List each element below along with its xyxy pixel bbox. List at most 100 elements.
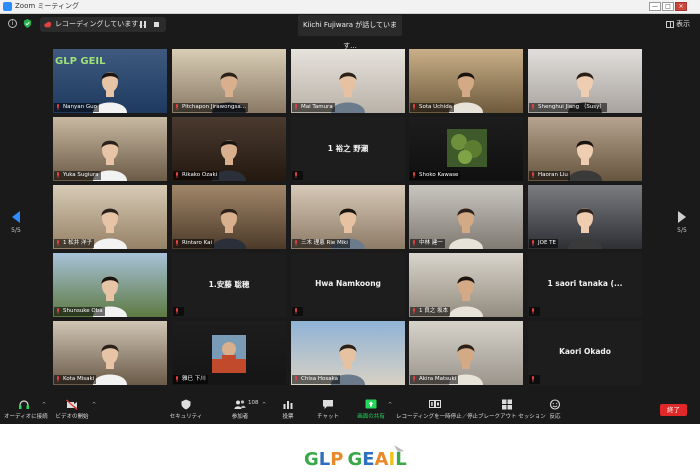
audio-options-caret[interactable]: ^ — [42, 402, 46, 408]
glp-geil-logo: GLP GEAIL — [302, 445, 432, 471]
participant-tile[interactable]: Pitchapon Jirawongsa... — [172, 49, 286, 113]
meeting-info-icon[interactable]: i — [8, 19, 17, 28]
participant-tile[interactable]: Hwa Namkoong — [291, 253, 405, 317]
participant-name-tag: Nanyan Guo — [54, 103, 99, 112]
participant-tile[interactable]: Shoko Kawase — [409, 117, 523, 181]
video-off-icon — [66, 399, 78, 410]
previous-page-button[interactable]: 5/5 — [9, 211, 23, 234]
video-options-caret[interactable]: ^ — [92, 402, 96, 408]
title-bar: Zoom ミーティング — □ × — [0, 0, 700, 14]
headphones-icon — [19, 400, 29, 409]
participant-tile[interactable]: 1 松井 洋子 — [53, 185, 167, 249]
participant-name-tag: 三木 理恵 Rie Miki — [292, 239, 350, 248]
muted-mic-icon — [295, 376, 297, 382]
participant-tile[interactable]: Kota Misaki — [53, 321, 167, 385]
pause-recording-icon[interactable] — [140, 21, 146, 28]
join-audio-button[interactable]: オーディオに接続 ^ — [4, 399, 48, 423]
participant-name-tag — [292, 307, 303, 316]
view-button[interactable]: 表示 — [666, 18, 690, 30]
muted-mic-icon — [532, 104, 534, 110]
participant-tile[interactable]: Rikako Ozaki — [172, 117, 286, 181]
participant-name-tag: Mai Tamura — [292, 103, 335, 112]
participant-name-tag: Pitchapon Jirawongsa... — [173, 103, 248, 112]
participant-tile[interactable]: Chisa Hosaka — [291, 321, 405, 385]
page-indicator-right: 5/5 — [677, 227, 687, 234]
muted-mic-icon — [176, 308, 178, 314]
muted-mic-icon — [413, 240, 415, 246]
maximize-button[interactable]: □ — [662, 2, 674, 11]
participant-tile[interactable]: 中林 建一 — [409, 185, 523, 249]
participant-tile[interactable]: Kaori Okado — [528, 321, 642, 385]
next-page-button[interactable]: 5/5 — [675, 211, 689, 234]
cloud-recording-icon — [44, 21, 52, 28]
close-button[interactable]: × — [675, 2, 687, 11]
recording-status-text: レコーディングしています... — [55, 20, 145, 28]
participant-name-tag: Rintaro Kai — [173, 239, 215, 248]
end-meeting-button[interactable]: 終了 — [660, 404, 687, 416]
participant-name: Nanyan Guo — [63, 104, 97, 110]
participant-tile[interactable]: Yuka Sugiura — [53, 117, 167, 181]
smiley-icon — [549, 399, 561, 410]
participant-tile[interactable]: 1.安藤 聡穂 — [172, 253, 286, 317]
muted-mic-icon — [413, 172, 415, 178]
participants-button[interactable]: 参加者 108 ^ — [222, 399, 266, 423]
participant-tile[interactable]: GLP GEIL Nanyan Guo — [53, 49, 167, 113]
participant-name-tag: 雅巳 下川 — [173, 375, 208, 384]
window-title: Zoom ミーティング — [15, 2, 79, 10]
stop-recording-icon[interactable] — [154, 22, 159, 27]
participant-name-tag: 1 松井 洋子 — [54, 239, 94, 248]
participant-name: 中林 建一 — [419, 240, 443, 246]
meeting-toolbar: オーディオに接続 ^ ビデオの開始 ^ セキュリティ 参加者 108 ^ 投票 … — [0, 396, 700, 424]
breakout-rooms-label: ブレークアウト セッション — [478, 414, 546, 420]
participants-label: 参加者 — [231, 414, 249, 420]
participant-tile[interactable]: Mai Tamura — [291, 49, 405, 113]
join-audio-label: オーディオに接続 — [4, 414, 48, 420]
share-options-caret[interactable]: ^ — [388, 402, 392, 408]
security-button[interactable]: セキュリティ — [166, 399, 206, 423]
chevron-right-icon — [678, 211, 686, 223]
participant-name: Chisa Hosaka — [301, 376, 339, 382]
participants-options-caret[interactable]: ^ — [262, 402, 266, 408]
participant-count: 108 — [248, 400, 259, 406]
participant-tile[interactable]: JOE TE — [528, 185, 642, 249]
muted-mic-icon — [532, 376, 534, 382]
pause-stop-recording-button[interactable]: レコーディングを一時停止／停止 — [396, 399, 478, 423]
encryption-shield-icon[interactable] — [23, 19, 32, 28]
participant-tile[interactable]: Haoran Liu — [528, 117, 642, 181]
muted-mic-icon — [295, 172, 297, 178]
participant-name: Haoran Liu — [538, 172, 568, 178]
participant-name: Shoko Kawase — [419, 172, 459, 178]
muted-mic-icon — [176, 240, 178, 246]
chat-label: チャット — [317, 414, 339, 420]
participants-icon — [234, 400, 246, 409]
participant-tile[interactable]: Sota Uchida — [409, 49, 523, 113]
participant-name-tag: Sota Uchida — [410, 103, 455, 112]
participant-video — [568, 208, 602, 249]
minimize-button[interactable]: — — [649, 2, 661, 11]
breakout-grid-icon — [502, 399, 512, 410]
reactions-button[interactable]: 反応 — [544, 399, 566, 423]
participant-name-tag: Haoran Liu — [529, 171, 570, 180]
participant-tile[interactable]: 1 良之 坂本 — [409, 253, 523, 317]
participant-tile[interactable]: Shenghui Jiang （Susy） — [528, 49, 642, 113]
participant-tile[interactable]: 三木 理恵 Rie Miki — [291, 185, 405, 249]
participant-tile[interactable]: Akira Matsuki — [409, 321, 523, 385]
start-video-button[interactable]: ビデオの開始 ^ — [52, 399, 96, 423]
muted-mic-icon — [176, 172, 178, 178]
view-label: 表示 — [676, 20, 690, 28]
breakout-rooms-button[interactable]: ブレークアウト セッション — [478, 399, 546, 423]
participant-name-tag — [292, 171, 303, 180]
participant-tile[interactable]: 1 裕之 野瀬 — [291, 117, 405, 181]
participant-name-tag: JOE TE — [529, 239, 559, 248]
participant-name-tag — [173, 307, 184, 316]
participant-tile[interactable]: 1 saori tanaka (... — [528, 253, 642, 317]
share-screen-button[interactable]: 画面の共有 ^ — [354, 399, 392, 423]
participant-tile[interactable]: Rintaro Kai — [172, 185, 286, 249]
participant-tile[interactable]: 雅巳 下川 — [172, 321, 286, 385]
poll-button[interactable]: 投票 — [276, 399, 300, 423]
participant-tile[interactable]: Shunsuke Oba — [53, 253, 167, 317]
participant-name-tag: Shunsuke Oba — [54, 307, 105, 316]
participant-display-name: 1.安藤 聡穂 — [208, 280, 250, 289]
chat-button[interactable]: チャット — [314, 399, 342, 423]
share-screen-label: 画面の共有 — [357, 414, 385, 420]
